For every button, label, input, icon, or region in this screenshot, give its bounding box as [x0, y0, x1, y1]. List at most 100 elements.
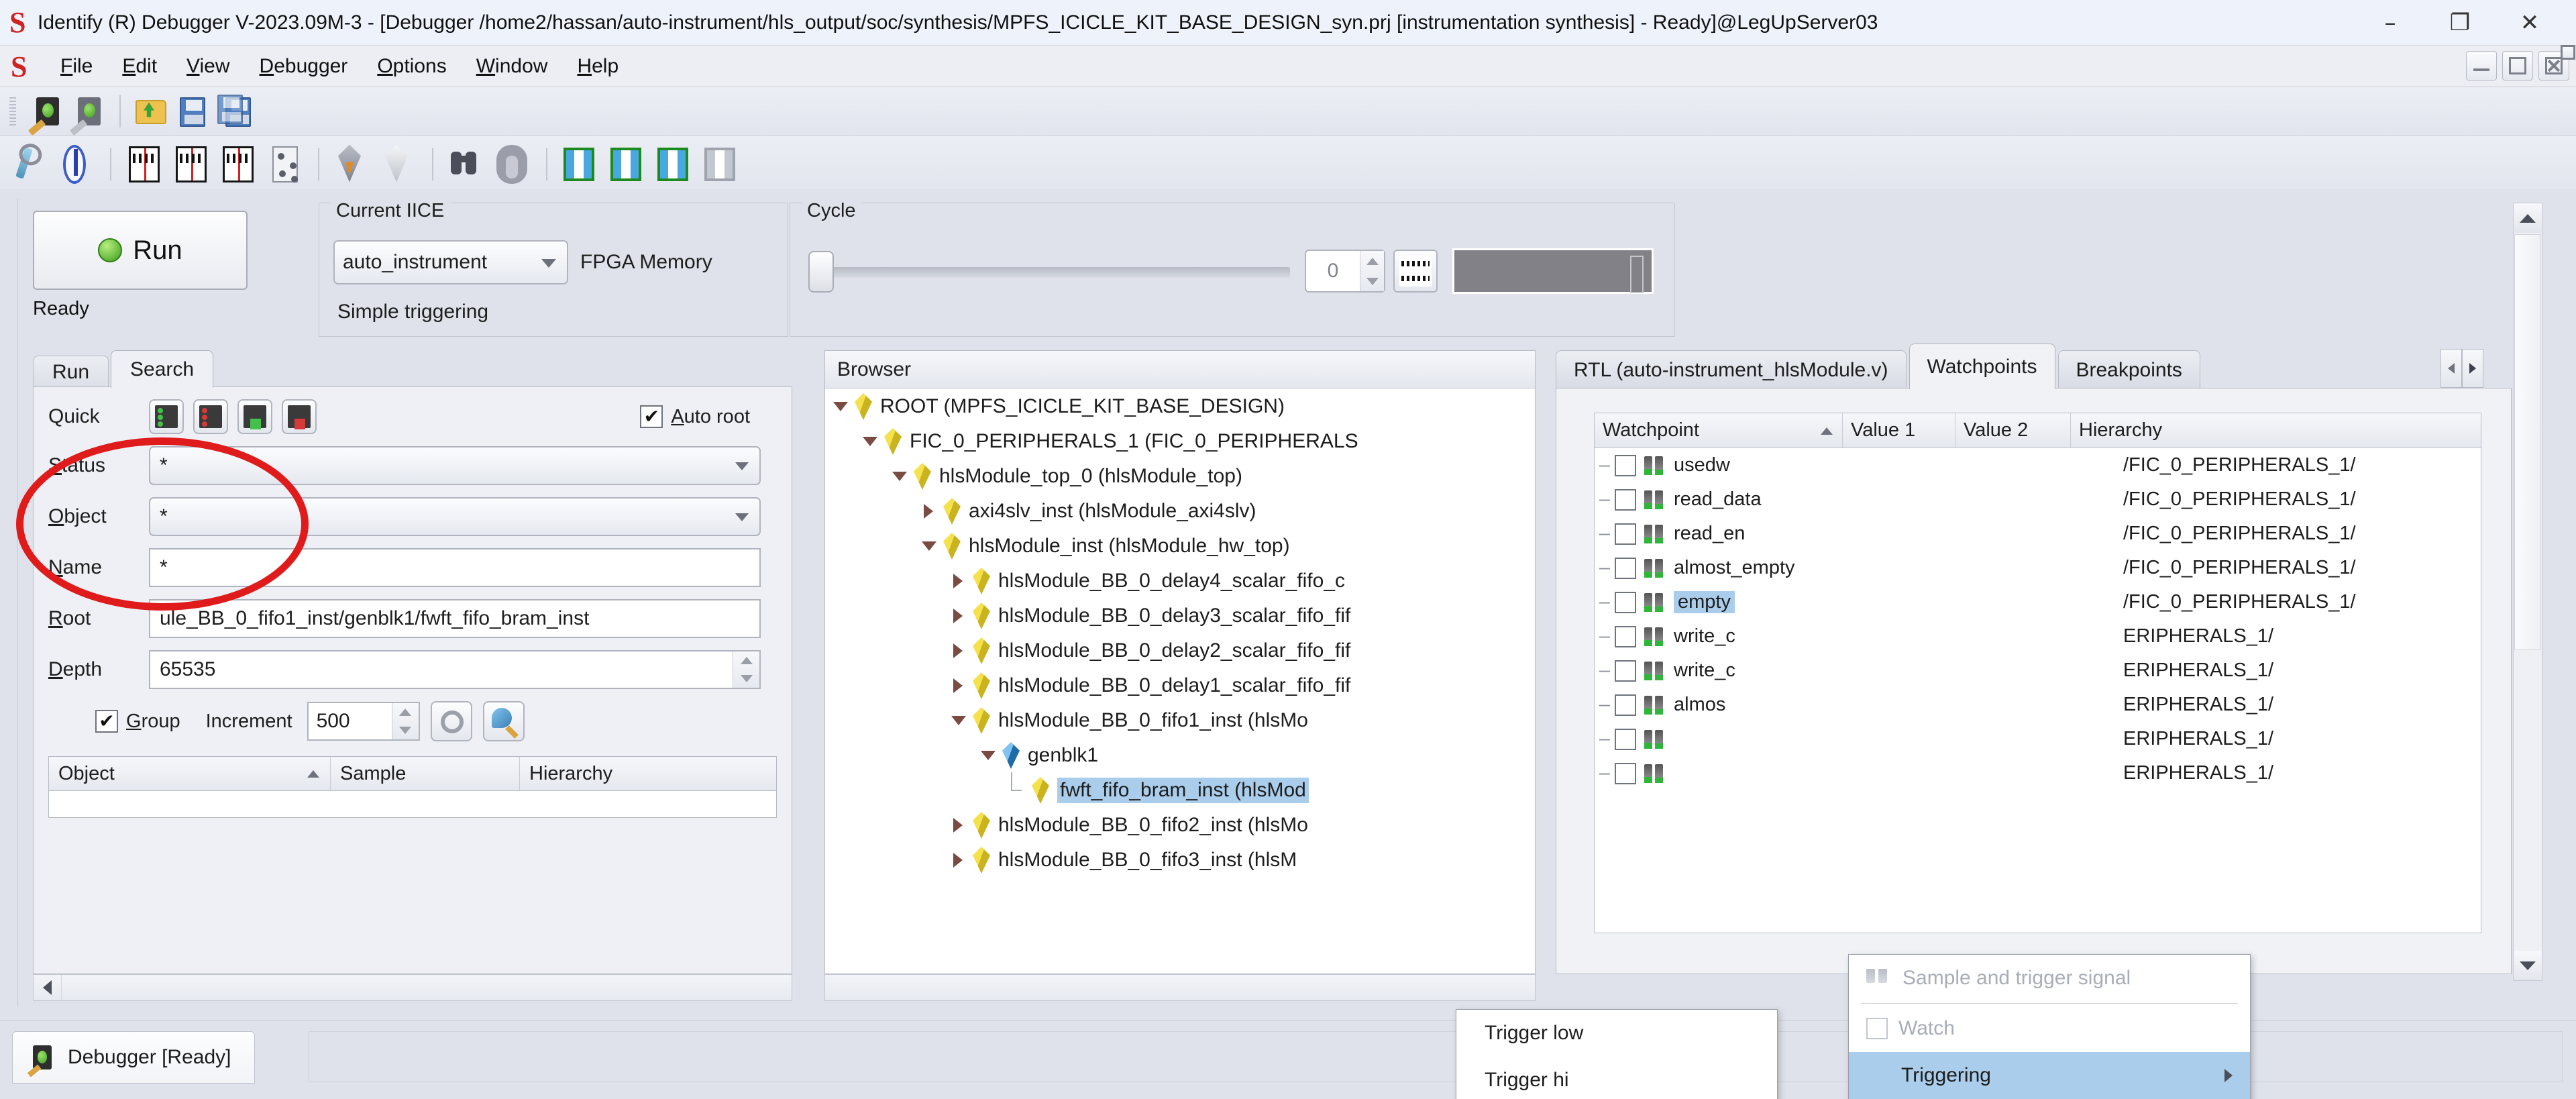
menu-debugger[interactable]: Debugger [245, 51, 363, 82]
waveform-3-icon[interactable] [217, 144, 259, 185]
tab-next-icon[interactable] [2462, 349, 2483, 388]
watchpoint-enable-checkbox[interactable] [1615, 694, 1636, 716]
ctx-triggering[interactable]: Triggering [1849, 1052, 2250, 1099]
watchpoint-enable-checkbox[interactable] [1615, 762, 1636, 784]
tab-rtl[interactable]: RTL (auto-instrument_hlsModule.v) [1556, 350, 1907, 389]
tree-node[interactable]: axi4slv_inst (hlsModule_axi4slv) [825, 494, 1535, 529]
expander-collapse-icon[interactable] [950, 712, 967, 729]
watchpoint-enable-checkbox[interactable] [1615, 557, 1636, 579]
trigger-down-icon[interactable] [331, 144, 373, 185]
save-icon[interactable] [174, 93, 211, 129]
tree-node[interactable]: hlsModule_BB_0_delay1_scalar_fifo_fif [825, 668, 1535, 703]
minimize-icon[interactable]: – [2379, 11, 2402, 34]
cycle-slider-thumb[interactable] [808, 251, 834, 293]
watchpoint-enable-checkbox[interactable] [1615, 660, 1636, 682]
expander-expand-icon[interactable] [950, 642, 967, 660]
tree-node[interactable]: hlsModule_BB_0_fifo1_inst (hlsMo [825, 703, 1535, 738]
menu-view[interactable]: View [172, 51, 244, 82]
search-col-object[interactable]: Object [49, 757, 331, 790]
tree-node[interactable]: hlsModule_top_0 (hlsModule_top) [825, 459, 1535, 494]
submenu-trigger-low[interactable]: Trigger low [1456, 1010, 1777, 1057]
menu-window[interactable]: Window [462, 51, 563, 82]
mdi-restore-icon[interactable] [2502, 51, 2533, 81]
gear-icon[interactable] [430, 701, 472, 741]
root-input[interactable]: ule_BB_0_fifo1_inst/genblk1/fwft_fifo_br… [149, 599, 761, 638]
search-panel-hscrollbar[interactable] [33, 974, 792, 1001]
chip-wand-icon[interactable] [69, 93, 107, 136]
watchpoint-context-menu[interactable]: Sample and trigger signal Watch Triggeri… [1848, 954, 2251, 1099]
wp-col-watchpoint[interactable]: Watchpoint [1595, 413, 1843, 448]
watchpoint-enable-checkbox[interactable] [1615, 454, 1636, 476]
split-pane-3-icon[interactable] [653, 144, 695, 185]
watchpoint-row[interactable]: – write_c ERIPHERALS_1/ [1595, 619, 2481, 653]
tree-node[interactable]: hlsModule_BB_0_delay3_scalar_fifo_fif [825, 598, 1535, 633]
watchpoint-row[interactable]: – read_en/FIC_0_PERIPHERALS_1/ [1595, 517, 2481, 551]
run-button[interactable]: Run [33, 211, 248, 290]
tab-run[interactable]: Run [33, 356, 109, 388]
magnifier-icon[interactable] [482, 701, 525, 741]
increment-stepper-up[interactable] [392, 703, 419, 721]
wp-col-value2[interactable]: Value 2 [1955, 413, 2071, 448]
vscroll-thumb[interactable] [2514, 234, 2541, 650]
mdi-minimize-icon[interactable] [2466, 51, 2497, 81]
tree-node[interactable]: hlsModule_inst (hlsModule_hw_top) [825, 529, 1535, 564]
increment-stepper-down[interactable] [392, 721, 419, 739]
depth-stepper-down[interactable] [733, 670, 759, 688]
split-pane-4-icon[interactable] [700, 144, 742, 185]
chip-probe-icon[interactable] [28, 93, 66, 136]
vscroll-down-icon[interactable] [2514, 951, 2542, 980]
watchpoint-enable-checkbox[interactable] [1615, 488, 1636, 511]
watchpoint-enable-checkbox[interactable] [1615, 728, 1636, 750]
binoculars-icon[interactable] [445, 144, 487, 185]
search-col-sample[interactable]: Sample [331, 757, 520, 790]
tree-node[interactable]: ROOT (MPFS_ICICLE_KIT_BASE_DESIGN) [825, 389, 1535, 424]
close-icon[interactable]: ✕ [2518, 11, 2541, 34]
watchpoints-rows[interactable]: – usedw/FIC_0_PERIPHERALS_1/ – read_data/FI… [1595, 448, 2481, 933]
status-debugger-tab[interactable]: Debugger [Ready] [12, 1031, 255, 1084]
wrench-icon[interactable] [9, 144, 51, 185]
menu-file[interactable]: FFileile [46, 51, 107, 82]
tree-node[interactable]: genblk1 [825, 738, 1535, 773]
waveform-2-icon[interactable] [170, 144, 212, 185]
cycle-stepper-up[interactable] [1360, 251, 1384, 271]
tab-breakpoints[interactable]: Breakpoints [2057, 350, 2200, 389]
tree-node[interactable]: hlsModule_BB_0_delay2_scalar_fifo_fif [825, 633, 1535, 668]
iice-select[interactable]: auto_instrument [333, 240, 568, 284]
info-icon[interactable] [56, 144, 98, 185]
submenu-trigger-hi[interactable]: Trigger hi [1456, 1057, 1777, 1099]
split-pane-1-icon[interactable] [559, 144, 601, 185]
expander-expand-icon[interactable] [950, 677, 967, 694]
tree-node[interactable]: fwft_fifo_bram_inst (hlsMod [825, 772, 1535, 808]
document-vscrollbar[interactable] [2513, 203, 2542, 981]
triggering-submenu[interactable]: Trigger low Trigger hi Trigger don't car… [1456, 1009, 1778, 1099]
trigger-up-icon[interactable] [378, 144, 420, 185]
expander-expand-icon[interactable] [950, 817, 967, 834]
vscroll-up-icon[interactable] [2514, 203, 2542, 233]
quick-person-green-icon[interactable] [237, 399, 272, 434]
quick-sample-red-icon[interactable] [193, 399, 228, 434]
toolbar-grip[interactable] [9, 97, 16, 125]
menu-edit[interactable]: Edit [107, 51, 172, 82]
watchpoint-row[interactable]: – almos ERIPHERALS_1/ [1595, 688, 2481, 722]
watchpoint-enable-checkbox[interactable] [1615, 523, 1636, 545]
cycle-stepper-down[interactable] [1360, 271, 1384, 291]
increment-stepper-arrows[interactable] [391, 703, 419, 739]
tab-prev-icon[interactable] [2440, 349, 2462, 388]
cycle-stepper-arrows[interactable] [1360, 251, 1384, 291]
auto-root-checkbox[interactable]: ✔ [640, 405, 663, 428]
watchpoint-enable-checkbox[interactable] [1615, 591, 1636, 613]
tab-watchpoints[interactable]: Watchpoints [1909, 344, 2055, 389]
tab-search[interactable]: Search [111, 350, 214, 388]
hscroll-left-icon[interactable] [34, 975, 62, 1000]
depth-stepper[interactable]: 65535 [149, 650, 761, 689]
watchpoint-row[interactable]: – empty/FIC_0_PERIPHERALS_1/ [1595, 585, 2481, 619]
menu-options[interactable]: Options [362, 51, 461, 82]
watchpoint-enable-checkbox[interactable] [1615, 625, 1636, 647]
menu-help[interactable]: Help [562, 51, 633, 82]
watchpoint-row[interactable]: – usedw/FIC_0_PERIPHERALS_1/ [1595, 448, 2481, 482]
watchpoint-row[interactable]: – read_data/FIC_0_PERIPHERALS_1/ [1595, 482, 2481, 517]
watchpoint-row[interactable]: – ERIPHERALS_1/ [1595, 722, 2481, 756]
netlist-icon[interactable] [264, 144, 306, 185]
increment-stepper[interactable]: 500 [307, 702, 420, 741]
watchpoint-row[interactable]: – almost_empty/FIC_0_PERIPHERALS_1/ [1595, 551, 2481, 585]
